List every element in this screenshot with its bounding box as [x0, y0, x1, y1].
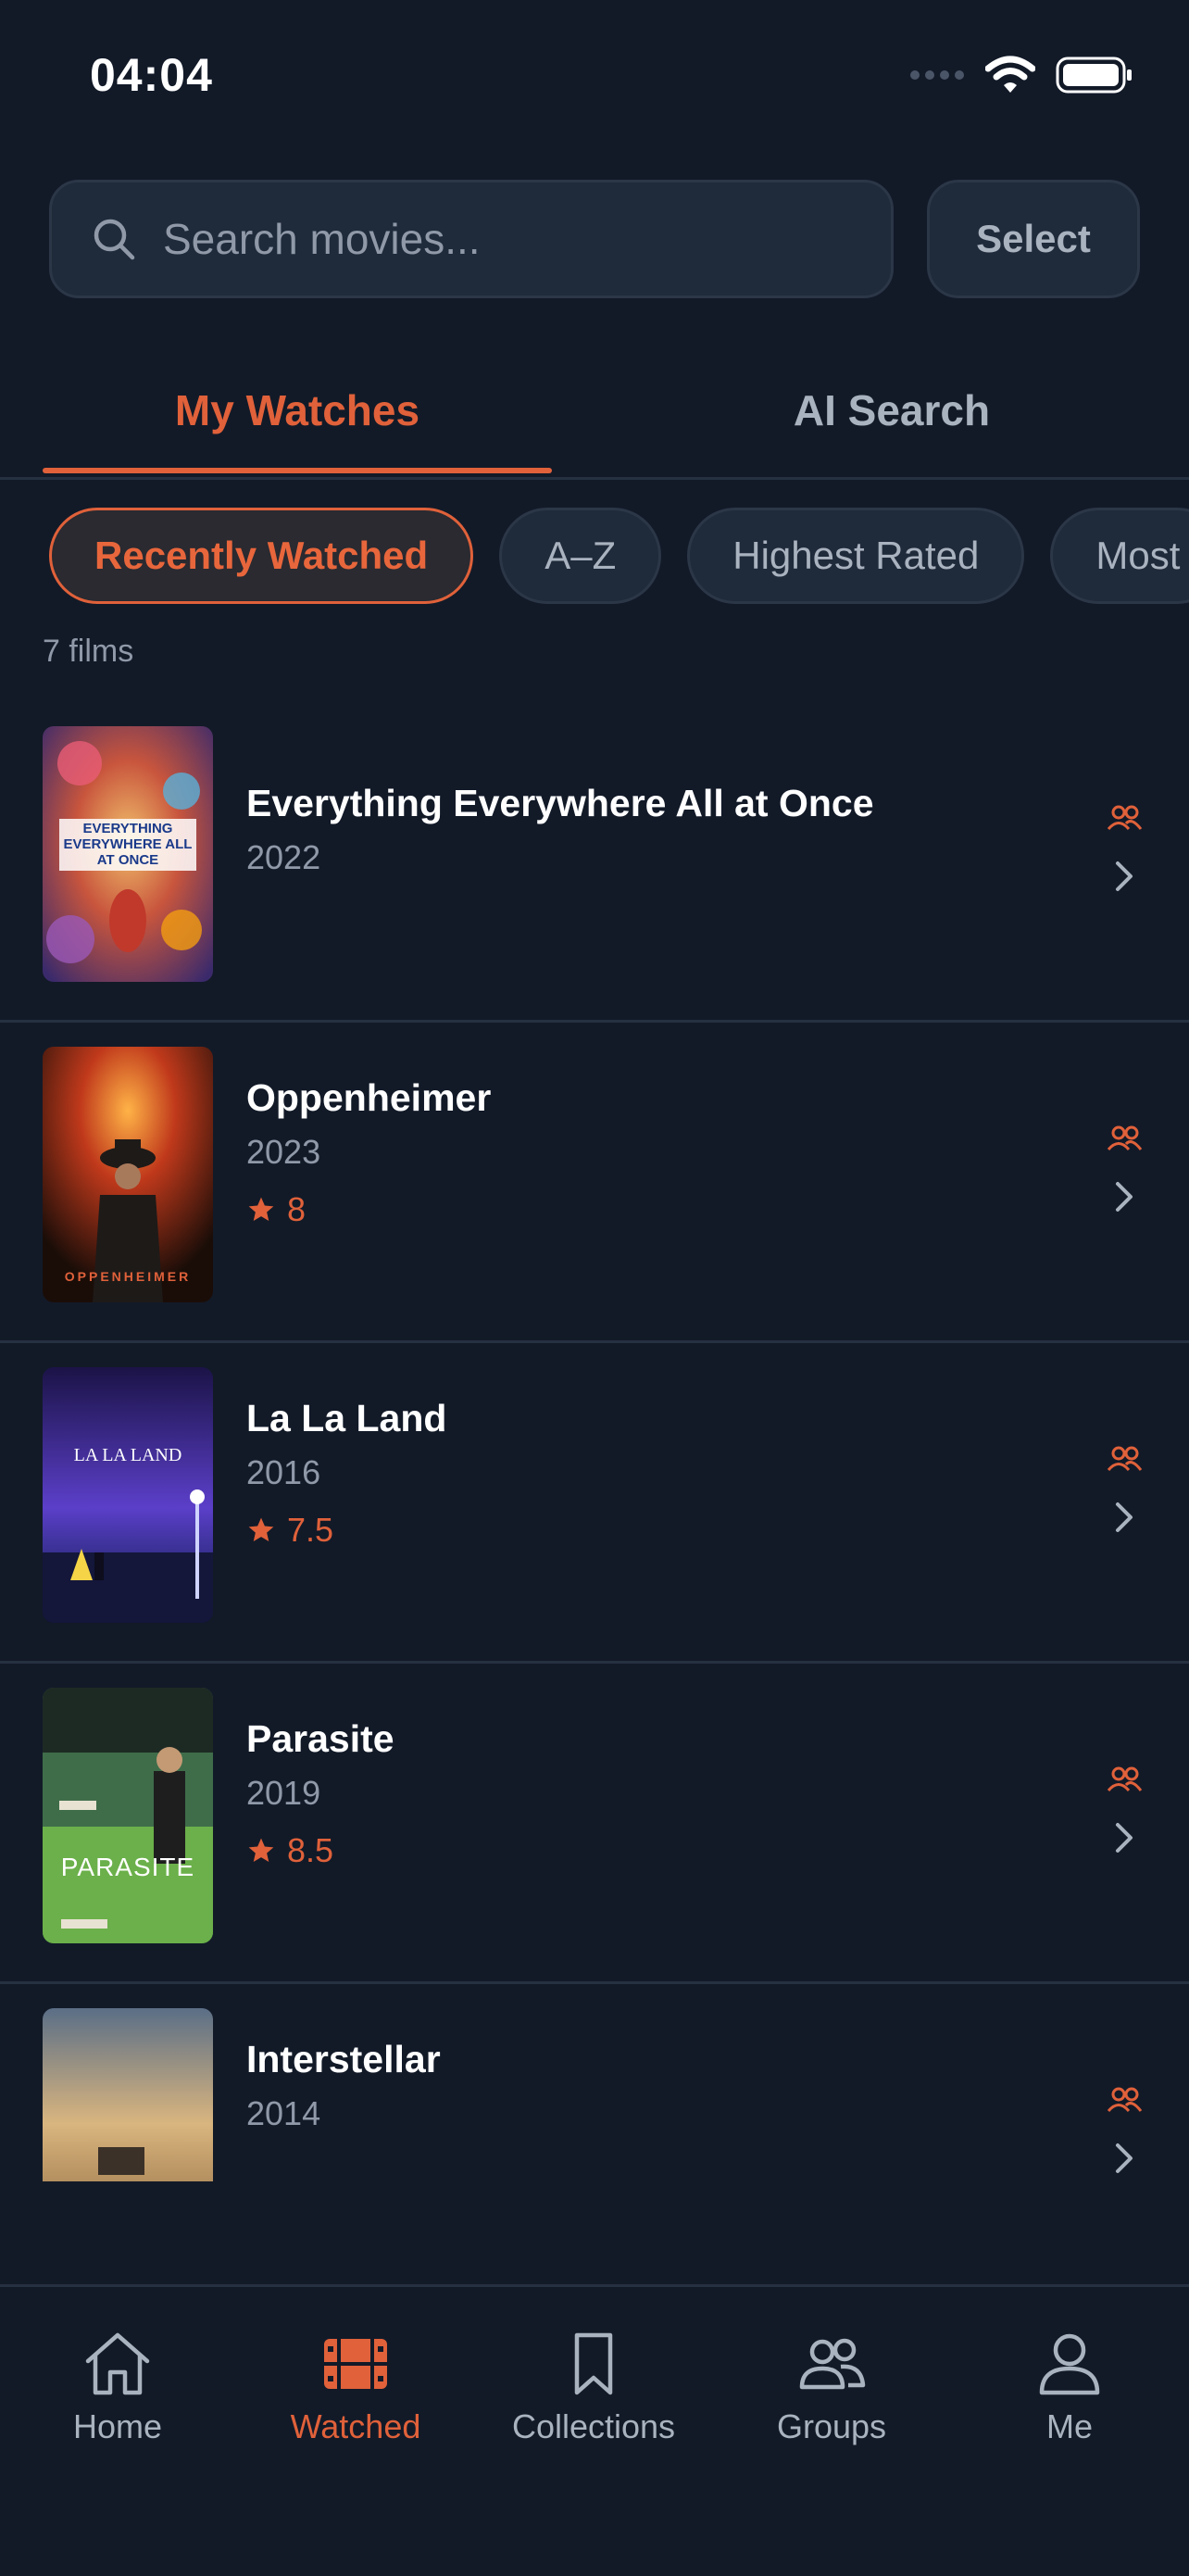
poster-title: OPPENHEIMER	[64, 1269, 192, 1284]
group-watch-icon	[1107, 805, 1143, 831]
chip-recently-watched[interactable]: Recently Watched	[49, 508, 474, 604]
chip-most[interactable]: Most	[1050, 508, 1189, 604]
movie-rating: 8.5	[246, 1831, 394, 1870]
chip-a-z[interactable]: A–Z	[499, 508, 662, 604]
nav-watched-label: Watched	[290, 2407, 421, 2445]
movie-row[interactable]: PARASITE Parasite 2019 8.5	[0, 1664, 1189, 1984]
movie-title: Everything Everywhere All at Once	[246, 782, 874, 824]
movie-title: Interstellar	[246, 2038, 441, 2080]
movie-row[interactable]: LA LA LAND La La Land 2016 7.5	[0, 1343, 1189, 1664]
nav-groups-label: Groups	[776, 2407, 887, 2445]
movie-row[interactable]: Interstellar 2014	[0, 1984, 1189, 2181]
movie-poster: PARASITE	[43, 1688, 213, 1943]
battery-icon	[1056, 57, 1132, 94]
tab-ai-search[interactable]: AI Search	[594, 343, 1189, 477]
nav-collections[interactable]: Collections	[492, 2330, 695, 2446]
movie-year: 2019	[246, 1774, 321, 1812]
chevron-right-icon[interactable]	[1114, 1180, 1134, 1213]
movie-row[interactable]: OPPENHEIMER Oppenheimer 2023 8	[0, 1023, 1189, 1343]
movie-row[interactable]: EVERYTHING EVERYWHERE ALL AT ONCE Everyt…	[0, 702, 1189, 1023]
bottom-nav: Home Watched Collections Groups Me	[0, 2284, 1189, 2576]
nav-home-label: Home	[72, 2407, 163, 2445]
tab-my-watches[interactable]: My Watches	[0, 343, 594, 477]
search-box[interactable]	[49, 180, 894, 298]
signal-icon	[910, 70, 964, 80]
chevron-right-icon[interactable]	[1114, 1501, 1134, 1534]
movie-list[interactable]: EVERYTHING EVERYWHERE ALL AT ONCE Everyt…	[0, 702, 1189, 2181]
movie-year: 2014	[246, 2094, 321, 2132]
chevron-right-icon[interactable]	[1114, 2142, 1134, 2175]
group-watch-icon	[1107, 1766, 1143, 1792]
nav-me-label: Me	[1045, 2407, 1093, 2445]
nav-home[interactable]: Home	[16, 2330, 219, 2446]
star-icon	[248, 1197, 274, 1221]
movie-title: La La Land	[246, 1397, 447, 1439]
status-icons	[909, 56, 1133, 94]
person-icon	[1039, 2333, 1100, 2395]
select-button[interactable]: Select	[927, 180, 1140, 298]
chevron-right-icon[interactable]	[1114, 860, 1134, 893]
nav-watched[interactable]: Watched	[254, 2330, 457, 2446]
movie-year: 2016	[246, 1453, 321, 1491]
search-icon	[94, 219, 135, 260]
movie-rating: 7.5	[246, 1511, 446, 1550]
sort-chips: Recently Watched A–Z Highest Rated Most	[49, 508, 1189, 604]
film-count: 7 films	[43, 634, 134, 669]
movie-poster: OPPENHEIMER	[43, 1047, 213, 1302]
movie-year: 2023	[246, 1133, 321, 1171]
movie-year: 2022	[246, 838, 321, 876]
film-icon	[324, 2339, 387, 2389]
movie-title: Oppenheimer	[246, 1076, 492, 1119]
poster-title: PARASITE	[60, 1853, 195, 1881]
poster-title: LA LA LAND	[73, 1445, 182, 1465]
status-time: 04:04	[90, 49, 213, 101]
group-watch-icon	[1107, 2087, 1143, 2113]
nav-me[interactable]: Me	[968, 2330, 1171, 2446]
rating-value: 7.5	[287, 1511, 334, 1549]
bookmark-icon	[574, 2332, 613, 2395]
group-watch-icon	[1107, 1125, 1143, 1151]
nav-groups[interactable]: Groups	[730, 2330, 933, 2446]
nav-collections-label: Collections	[511, 2407, 676, 2445]
wifi-icon	[985, 56, 1035, 93]
star-icon	[248, 1838, 274, 1862]
movie-poster: EVERYTHING EVERYWHERE ALL AT ONCE	[43, 726, 213, 982]
movie-poster	[43, 2008, 213, 2181]
rating-value: 8.5	[287, 1831, 334, 1869]
search-input[interactable]	[161, 213, 869, 265]
groups-icon	[799, 2338, 866, 2390]
star-icon	[248, 1517, 274, 1541]
group-watch-icon	[1107, 1446, 1143, 1472]
rating-value: 8	[287, 1190, 307, 1228]
chip-highest-rated[interactable]: Highest Rated	[687, 508, 1025, 604]
home-icon	[85, 2332, 150, 2395]
chevron-right-icon[interactable]	[1114, 1821, 1134, 1854]
movie-poster: LA LA LAND	[43, 1367, 213, 1623]
movie-title: Parasite	[246, 1717, 394, 1760]
movie-rating: 8	[246, 1190, 491, 1229]
poster-title: EVERYTHING EVERYWHERE ALL AT ONCE	[63, 821, 193, 868]
top-tabs: My Watches AI Search	[0, 343, 1189, 480]
active-tab-indicator	[43, 468, 552, 473]
